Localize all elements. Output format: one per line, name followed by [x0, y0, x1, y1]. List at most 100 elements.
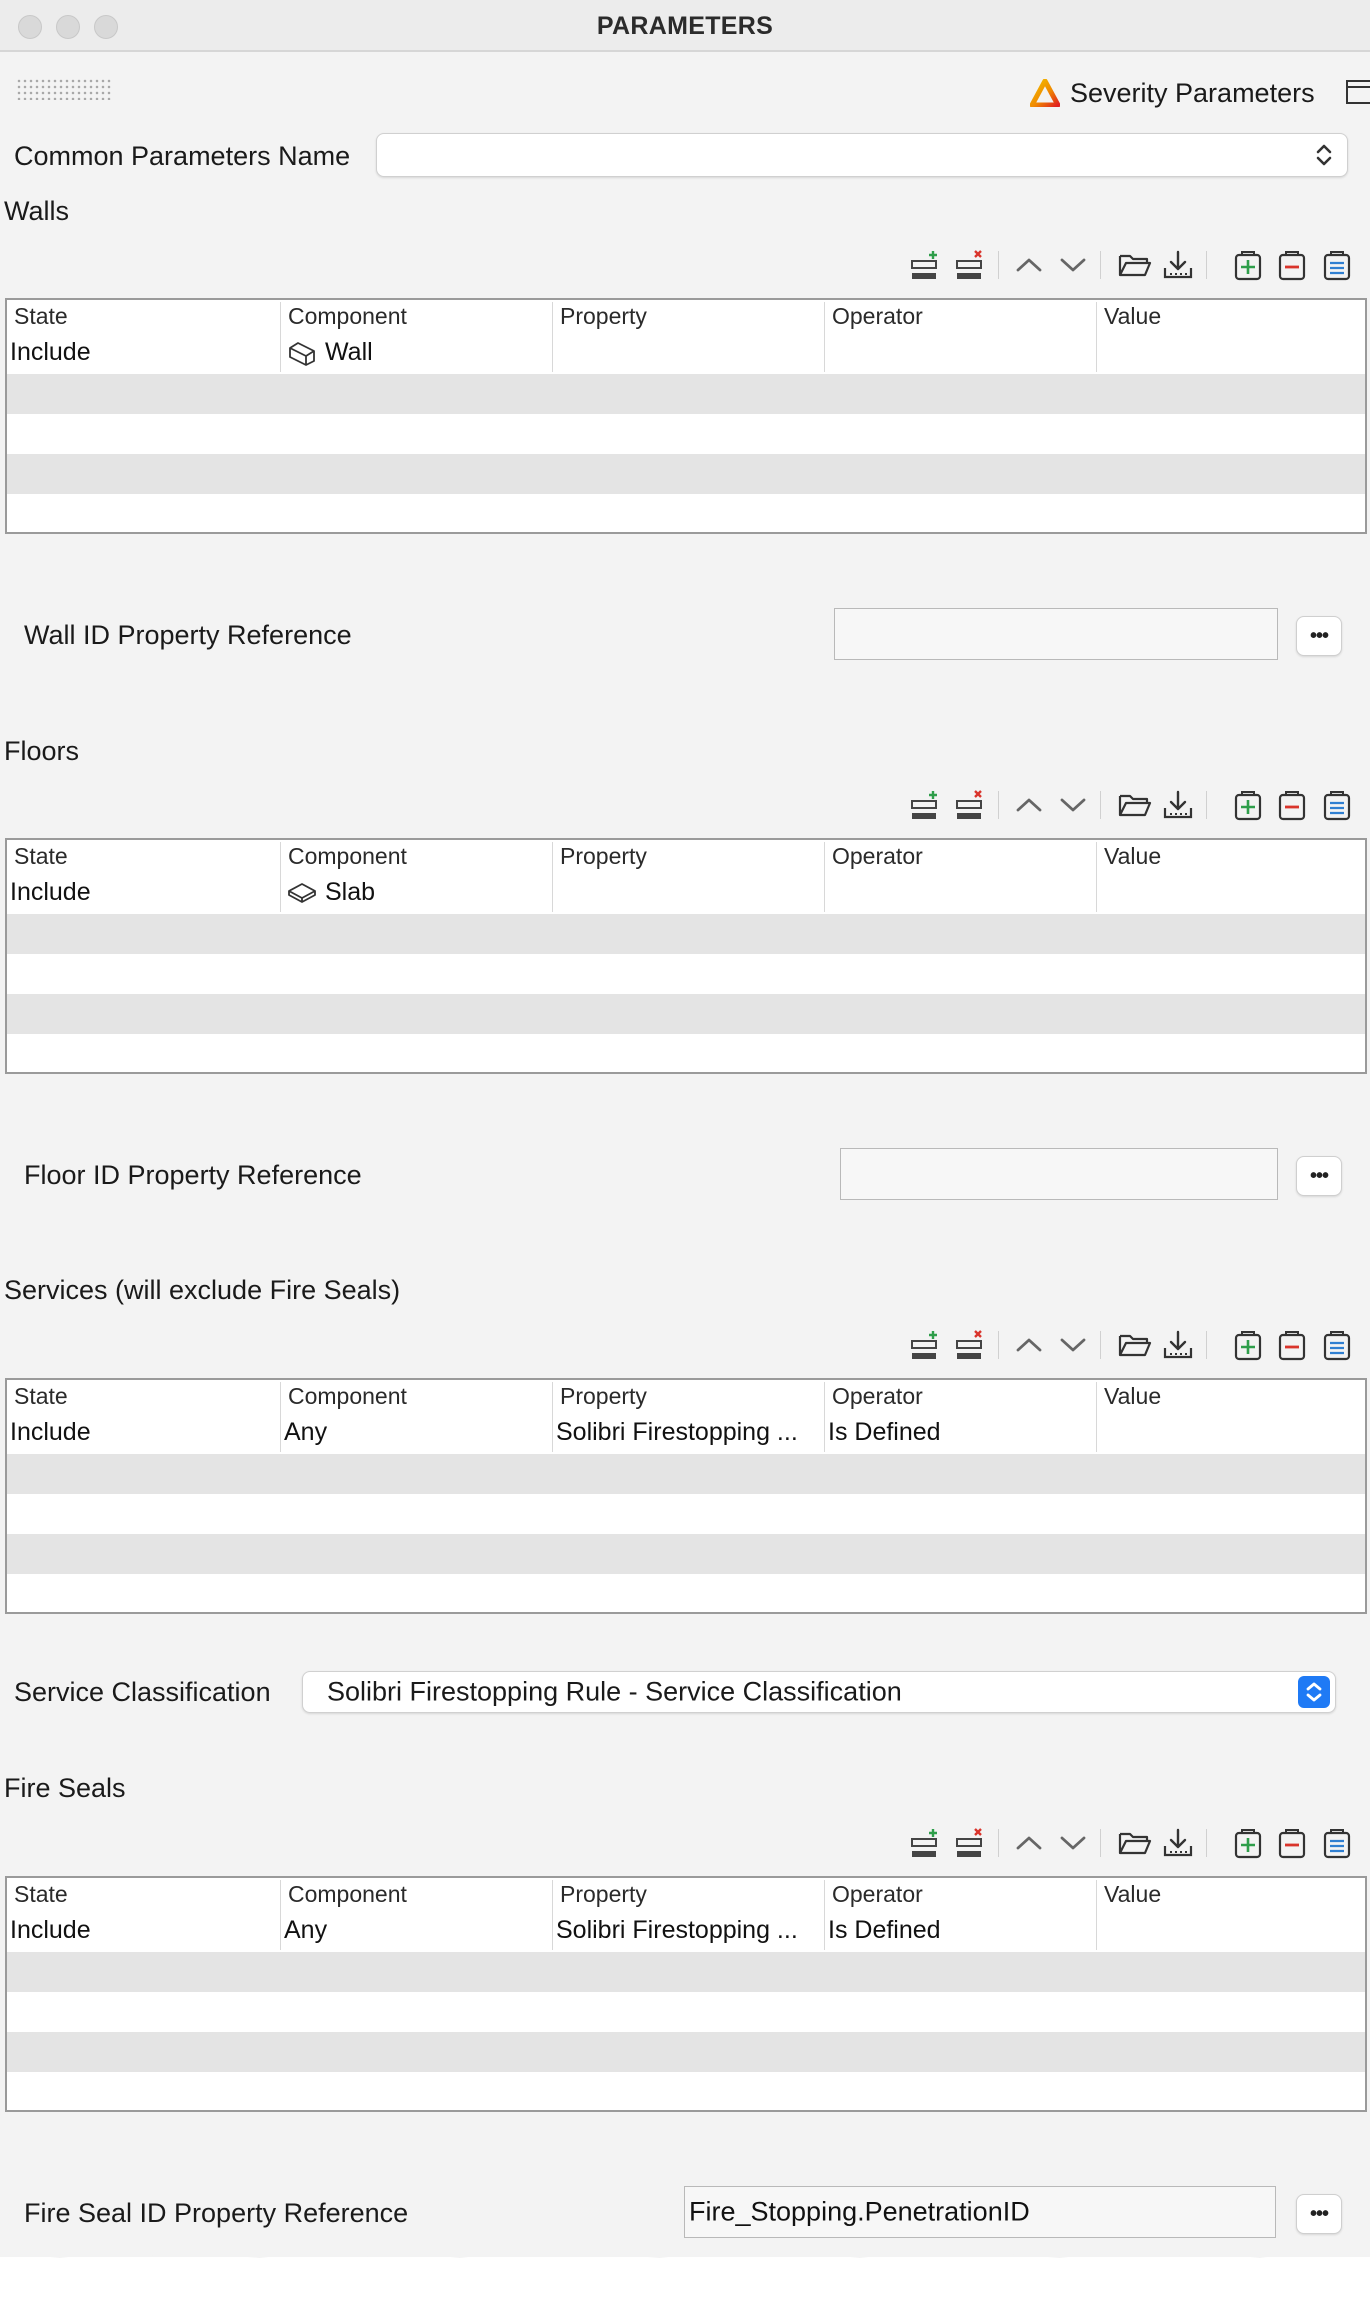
col-header-state[interactable]: State [7, 842, 280, 872]
open-folder-icon[interactable] [1117, 245, 1153, 285]
severity-parameters-label: Severity Parameters [1070, 77, 1315, 108]
cell-property[interactable]: Solibri Firestopping ... [552, 1412, 824, 1452]
col-header-state[interactable]: State [7, 1880, 280, 1910]
add-row-icon[interactable] [907, 785, 943, 825]
col-header-component[interactable]: Component [280, 302, 552, 332]
table-row[interactable]: Include Wall [7, 332, 1365, 372]
cell-operator[interactable] [824, 872, 1096, 912]
edit-group-icon[interactable] [1319, 1823, 1355, 1863]
cell-value[interactable] [1096, 332, 1365, 372]
open-folder-icon[interactable] [1117, 785, 1153, 825]
edit-group-icon[interactable] [1319, 785, 1355, 825]
cell-property[interactable] [552, 332, 824, 372]
common-params-select[interactable] [376, 133, 1348, 177]
cell-state[interactable]: Include [7, 872, 280, 912]
col-header-operator[interactable]: Operator [824, 1382, 1096, 1412]
add-group-icon[interactable] [1230, 785, 1266, 825]
cell-value[interactable] [1096, 872, 1365, 912]
move-up-icon[interactable] [1011, 1325, 1047, 1365]
wall-id-ref-field[interactable] [834, 608, 1278, 660]
col-header-value[interactable]: Value [1096, 1880, 1365, 1910]
remove-group-icon[interactable] [1274, 1823, 1310, 1863]
remove-group-icon[interactable] [1274, 785, 1310, 825]
import-icon[interactable] [1160, 785, 1196, 825]
remove-group-icon[interactable] [1274, 245, 1310, 285]
add-row-icon[interactable] [907, 1823, 943, 1863]
remove-row-icon[interactable] [952, 245, 988, 285]
remove-row-icon[interactable] [952, 1325, 988, 1365]
import-icon[interactable] [1160, 1823, 1196, 1863]
move-down-icon[interactable] [1055, 245, 1091, 285]
severity-parameters-button[interactable]: Severity Parameters [1030, 73, 1315, 113]
panel-toggle-icon[interactable] [1346, 80, 1370, 104]
add-row-icon[interactable] [907, 245, 943, 285]
fire-seal-id-ref-browse-button[interactable]: ••• [1296, 2194, 1342, 2234]
cell-state[interactable]: Include [7, 1412, 280, 1452]
col-header-operator[interactable]: Operator [824, 842, 1096, 872]
wall-id-ref-browse-button[interactable]: ••• [1296, 616, 1342, 656]
table-row[interactable]: Include Any Solibri Firestopping ... Is … [7, 1910, 1365, 1950]
col-header-operator[interactable]: Operator [824, 302, 1096, 332]
move-up-icon[interactable] [1011, 785, 1047, 825]
cell-component[interactable]: Any [280, 1412, 552, 1452]
floor-id-ref-browse-button[interactable]: ••• [1296, 1156, 1342, 1196]
add-group-icon[interactable] [1230, 1823, 1266, 1863]
col-header-state[interactable]: State [7, 1382, 280, 1412]
col-header-property[interactable]: Property [552, 1382, 824, 1412]
chevron-updown-icon [1298, 1676, 1330, 1708]
col-header-operator[interactable]: Operator [824, 1880, 1096, 1910]
table-row[interactable]: Include Slab [7, 872, 1365, 912]
move-down-icon[interactable] [1055, 1325, 1091, 1365]
cell-state[interactable]: Include [7, 332, 280, 372]
col-header-state[interactable]: State [7, 302, 280, 332]
fire-seals-toolbar [900, 1823, 1360, 1863]
floors-table: State Component Property Operator Value … [5, 838, 1367, 1074]
cell-value[interactable] [1096, 1412, 1365, 1452]
fire-seal-id-ref-label: Fire Seal ID Property Reference [24, 2198, 409, 2228]
remove-row-icon[interactable] [952, 785, 988, 825]
table-row-empty [7, 374, 1365, 414]
move-down-icon[interactable] [1055, 785, 1091, 825]
move-up-icon[interactable] [1011, 245, 1047, 285]
import-icon[interactable] [1160, 245, 1196, 285]
cell-operator[interactable]: Is Defined [824, 1910, 1096, 1950]
open-folder-icon[interactable] [1117, 1823, 1153, 1863]
open-folder-icon[interactable] [1117, 1325, 1153, 1365]
cell-component[interactable]: Wall [280, 332, 552, 372]
table-row[interactable]: Include Any Solibri Firestopping ... Is … [7, 1412, 1365, 1452]
drag-handle-icon[interactable] [16, 78, 112, 100]
cell-state[interactable]: Include [7, 1910, 280, 1950]
cell-component[interactable]: Slab [280, 872, 552, 912]
col-header-property[interactable]: Property [552, 302, 824, 332]
col-header-property[interactable]: Property [552, 842, 824, 872]
col-header-value[interactable]: Value [1096, 1382, 1365, 1412]
col-header-component[interactable]: Component [280, 1880, 552, 1910]
cell-operator[interactable]: Is Defined [824, 1412, 1096, 1452]
cell-property[interactable] [552, 872, 824, 912]
col-header-component[interactable]: Component [280, 842, 552, 872]
cell-operator[interactable] [824, 332, 1096, 372]
add-row-icon[interactable] [907, 1325, 943, 1365]
wall-icon [289, 342, 315, 367]
service-classification-select[interactable]: Solibri Firestopping Rule - Service Clas… [302, 1671, 1336, 1713]
import-icon[interactable] [1160, 1325, 1196, 1365]
fire-seal-id-ref-field[interactable]: Fire_Stopping.PenetrationID [684, 2186, 1276, 2238]
move-up-icon[interactable] [1011, 1823, 1047, 1863]
floor-id-ref-field[interactable] [840, 1148, 1278, 1200]
col-header-value[interactable]: Value [1096, 302, 1365, 332]
remove-row-icon[interactable] [952, 1823, 988, 1863]
cell-component[interactable]: Any [280, 1910, 552, 1950]
move-down-icon[interactable] [1055, 1823, 1091, 1863]
cell-value[interactable] [1096, 1910, 1365, 1950]
add-group-icon[interactable] [1230, 245, 1266, 285]
floor-id-ref-label: Floor ID Property Reference [24, 1160, 362, 1190]
edit-group-icon[interactable] [1319, 1325, 1355, 1365]
table-row-empty [7, 1034, 1365, 1072]
col-header-property[interactable]: Property [552, 1880, 824, 1910]
add-group-icon[interactable] [1230, 1325, 1266, 1365]
col-header-value[interactable]: Value [1096, 842, 1365, 872]
edit-group-icon[interactable] [1319, 245, 1355, 285]
remove-group-icon[interactable] [1274, 1325, 1310, 1365]
col-header-component[interactable]: Component [280, 1382, 552, 1412]
cell-property[interactable]: Solibri Firestopping ... [552, 1910, 824, 1950]
